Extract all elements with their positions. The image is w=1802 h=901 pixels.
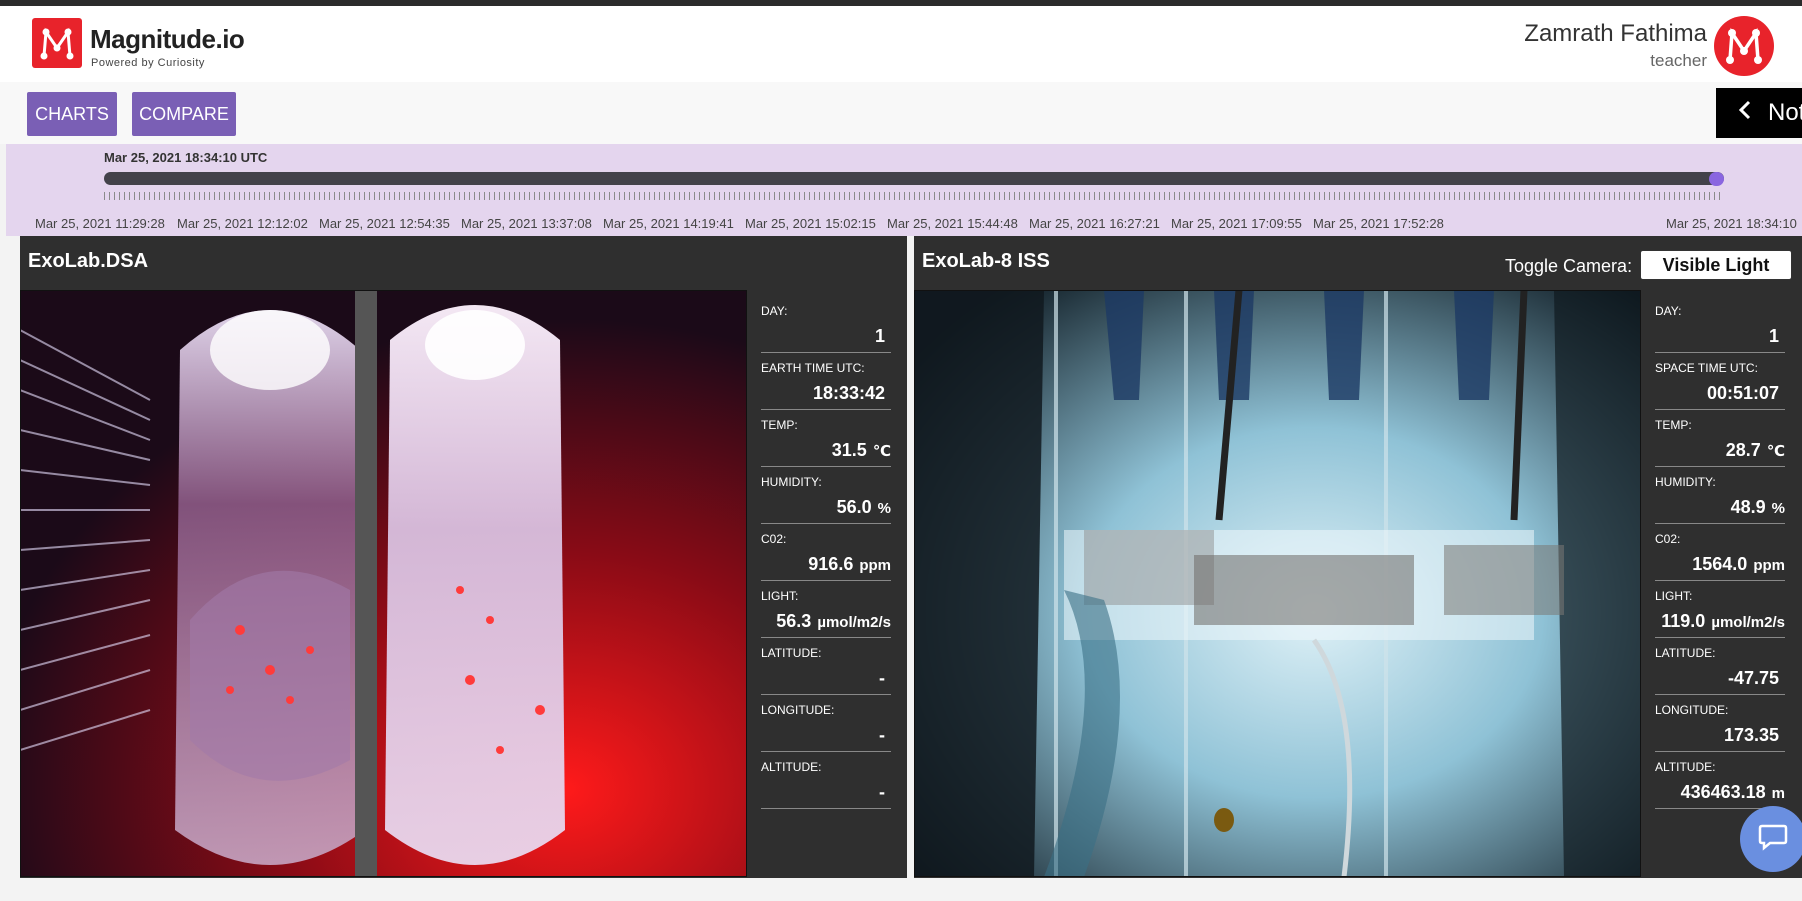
stat-value-co2: 916.6 ppm: [808, 554, 891, 574]
stat-label: TEMP:: [761, 418, 798, 432]
timeline-tick-label: Mar 25, 2021 18:34:10: [1666, 216, 1797, 231]
charts-button[interactable]: CHARTS: [27, 92, 117, 136]
brand-tagline: Powered by Curiosity: [91, 57, 205, 69]
toggle-camera-button[interactable]: Visible Light: [1640, 250, 1792, 280]
stat-value-humidity: 48.9%: [1730, 497, 1785, 517]
timeline: Mar 25, 2021 18:34:10 UTC Mar 25, 2021 1…: [6, 144, 1802, 236]
timeline-ticks: [104, 192, 1724, 200]
stat-label: C02:: [1655, 532, 1681, 546]
stat-value-longitude: -: [879, 725, 885, 745]
stat-value-altitude: -: [879, 782, 885, 802]
timeline-tick-label: Mar 25, 2021 16:27:21: [1029, 216, 1160, 231]
stat-label: ALTITUDE:: [761, 760, 822, 774]
stat-label: HUMIDITY:: [761, 475, 822, 489]
app-header: Magnitude.io Powered by Curiosity Zamrat…: [0, 6, 1802, 82]
chat-icon: [1758, 823, 1788, 856]
panel-title: ExoLab-8 ISS: [922, 250, 1050, 272]
divider: [761, 808, 891, 809]
brand-name: Magnitude.io: [90, 24, 245, 54]
sensor-readings-earth: DAY: 1 EARTH TIME UTC: 18:33:42 TEMP: 31.5 ℃…: [761, 290, 898, 860]
timeline-tick-label: Mar 25, 2021 17:09:55: [1171, 216, 1302, 231]
stat-label: HUMIDITY:: [1655, 475, 1716, 489]
stat-value-day: 1: [874, 326, 885, 346]
stat-label: LIGHT:: [761, 589, 799, 603]
timeline-tick-label: Mar 25, 2021 13:37:08: [461, 216, 592, 231]
panel-title: ExoLab.DSA: [28, 250, 149, 272]
stat-value-latitude: -: [879, 668, 885, 688]
stat-label: DAY:: [761, 304, 788, 318]
stat-value-light: 56.3 µmol/m2/s: [776, 611, 891, 631]
timeline-tick-label: Mar 25, 2021 14:19:41: [603, 216, 734, 231]
stat-label: LATITUDE:: [761, 646, 822, 660]
chat-button[interactable]: [1740, 806, 1802, 872]
stat-label: C02:: [761, 532, 787, 546]
timeline-current-time: Mar 25, 2021 18:34:10 UTC: [104, 150, 268, 165]
notes-toggle-button[interactable]: Not: [1716, 88, 1802, 138]
stat-label: DAY:: [1655, 304, 1682, 318]
stat-value-humidity: 56.0%: [836, 497, 891, 517]
timeline-tick-label: Mar 25, 2021 15:02:15: [745, 216, 876, 231]
toolbar: CHARTS COMPARE Not: [0, 82, 1802, 144]
stat-label: ALTITUDE:: [1655, 760, 1716, 774]
stat-value-light: 119.0 µmol/m2/s: [1661, 611, 1785, 631]
exolab-panel-earth: ExoLab.DSA DAY: 1 EARTH TIME UTC: 18:33:…: [20, 236, 907, 878]
stat-value-altitude: 436463.18 m: [1680, 782, 1785, 802]
stat-value-co2: 1564.0 ppm: [1692, 554, 1785, 574]
timeline-tick-label: Mar 25, 2021 17:52:28: [1313, 216, 1444, 231]
camera-image-earth: [20, 290, 747, 877]
avatar[interactable]: [1714, 16, 1774, 76]
stat-value-temp: 31.5 ℃: [831, 440, 891, 460]
timeline-tick-label: Mar 25, 2021 15:44:48: [887, 216, 1018, 231]
stat-value-time: 18:33:42: [812, 383, 885, 403]
stat-label: EARTH TIME UTC:: [761, 361, 865, 375]
magnitude-logo-icon: [1726, 27, 1762, 64]
stat-label: SPACE TIME UTC:: [1655, 361, 1758, 375]
timeline-tick-label: Mar 25, 2021 11:29:28: [35, 216, 165, 231]
stat-label: TEMP:: [1655, 418, 1692, 432]
stat-label: LONGITUDE:: [1655, 703, 1729, 717]
camera-image-iss: [914, 290, 1641, 877]
timeline-tick-label: Mar 25, 2021 12:12:02: [177, 216, 308, 231]
stat-value-time: 00:51:07: [1706, 383, 1779, 403]
stat-value-temp: 28.7 ℃: [1725, 440, 1785, 460]
stat-label: LIGHT:: [1655, 589, 1693, 603]
toggle-camera-label: Toggle Camera:: [1505, 256, 1633, 276]
timeline-slider-track[interactable]: [104, 172, 1724, 185]
user-role: teacher: [1650, 51, 1707, 70]
timeline-tick-label: Mar 25, 2021 12:54:35: [319, 216, 450, 231]
stat-label: LATITUDE:: [1655, 646, 1716, 660]
sensor-readings-iss: DAY: 1 SPACE TIME UTC: 00:51:07 TEMP: 28.7 ℃…: [1655, 290, 1792, 860]
chevron-left-icon: [1738, 99, 1752, 127]
exolab-panel-iss: ExoLab-8 ISS Toggle Camera: Visible Ligh…: [914, 236, 1802, 878]
stat-value-longitude: 173.35: [1723, 725, 1779, 745]
stat-label: LONGITUDE:: [761, 703, 835, 717]
magnitude-logo-icon[interactable]: [32, 18, 82, 68]
compare-button[interactable]: COMPARE: [132, 92, 236, 136]
notes-label: Not: [1768, 99, 1802, 126]
stat-value-latitude: -47.75: [1727, 668, 1779, 688]
timeline-slider-handle[interactable]: [1709, 172, 1724, 186]
user-name: Zamrath Fathima: [1524, 20, 1707, 47]
stat-value-day: 1: [1768, 326, 1779, 346]
